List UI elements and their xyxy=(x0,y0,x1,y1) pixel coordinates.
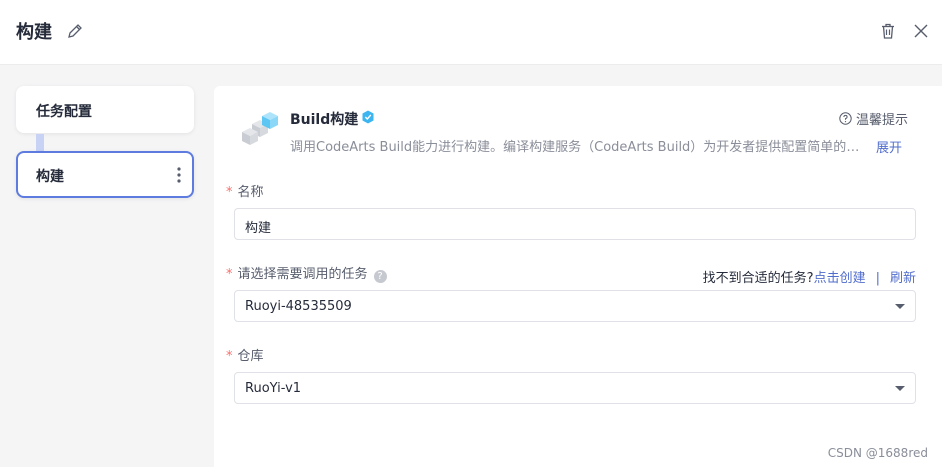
more-vertical-icon[interactable] xyxy=(176,166,182,184)
watermark: CSDN @1688red xyxy=(827,446,928,460)
page-header: 构建 xyxy=(0,0,942,65)
required-mark: * xyxy=(226,185,233,200)
config-panel: Build构建 温馨提示 调用CodeArts Build能力进行构建。编译构建… xyxy=(214,86,942,467)
caret-down-icon xyxy=(895,304,905,309)
repo-select[interactable]: RuoYi-v1 xyxy=(234,372,916,404)
stage-label: 任务配置 xyxy=(36,104,92,120)
build-cubes-icon xyxy=(242,112,278,145)
delete-icon[interactable] xyxy=(879,22,897,40)
stage-label: 构建 xyxy=(36,169,64,185)
link-separator: | xyxy=(875,271,880,286)
stage-card-task-config[interactable]: 任务配置 xyxy=(16,86,194,133)
help-icon[interactable]: ? xyxy=(373,270,387,283)
question-circle-icon xyxy=(839,112,852,125)
name-label: * 名称 xyxy=(226,181,264,200)
task-select[interactable]: Ruoyi-48535509 xyxy=(234,290,916,322)
tips-label: 温馨提示 xyxy=(855,113,908,128)
required-mark: * xyxy=(226,349,233,364)
plugin-description: 调用CodeArts Build能力进行构建。编译构建服务（CodeArts B… xyxy=(290,140,870,155)
repo-label-text: 仓库 xyxy=(237,349,264,364)
page-title: 构建 xyxy=(16,22,52,43)
tips-link[interactable]: 温馨提示 xyxy=(839,109,908,128)
edit-icon[interactable] xyxy=(66,22,84,40)
name-input[interactable]: 构建 xyxy=(234,208,916,240)
task-label-text: 请选择需要调用的任务 xyxy=(237,267,368,282)
official-badge-icon xyxy=(362,110,374,124)
plugin-name: Build构建 xyxy=(290,112,359,128)
task-select-value: Ruoyi-48535509 xyxy=(245,299,352,314)
task-hint: 找不到合适的任务? xyxy=(702,271,814,286)
create-task-link[interactable]: 点击创建 xyxy=(814,271,866,286)
expand-link[interactable]: 展开 xyxy=(876,137,902,156)
refresh-link[interactable]: 刷新 xyxy=(890,271,916,286)
stage-list: 任务配置 构建 xyxy=(0,66,208,467)
repo-label: * 仓库 xyxy=(226,345,264,364)
task-links: 找不到合适的任务?点击创建 | 刷新 xyxy=(703,267,916,286)
caret-down-icon xyxy=(895,386,905,391)
stage-card-build[interactable]: 构建 xyxy=(16,151,194,198)
name-label-text: 名称 xyxy=(237,185,264,200)
required-mark: * xyxy=(226,267,233,282)
task-label: * 请选择需要调用的任务? xyxy=(226,263,387,283)
stage-connector xyxy=(36,134,44,151)
close-icon[interactable] xyxy=(912,22,930,40)
repo-select-value: RuoYi-v1 xyxy=(245,381,302,396)
